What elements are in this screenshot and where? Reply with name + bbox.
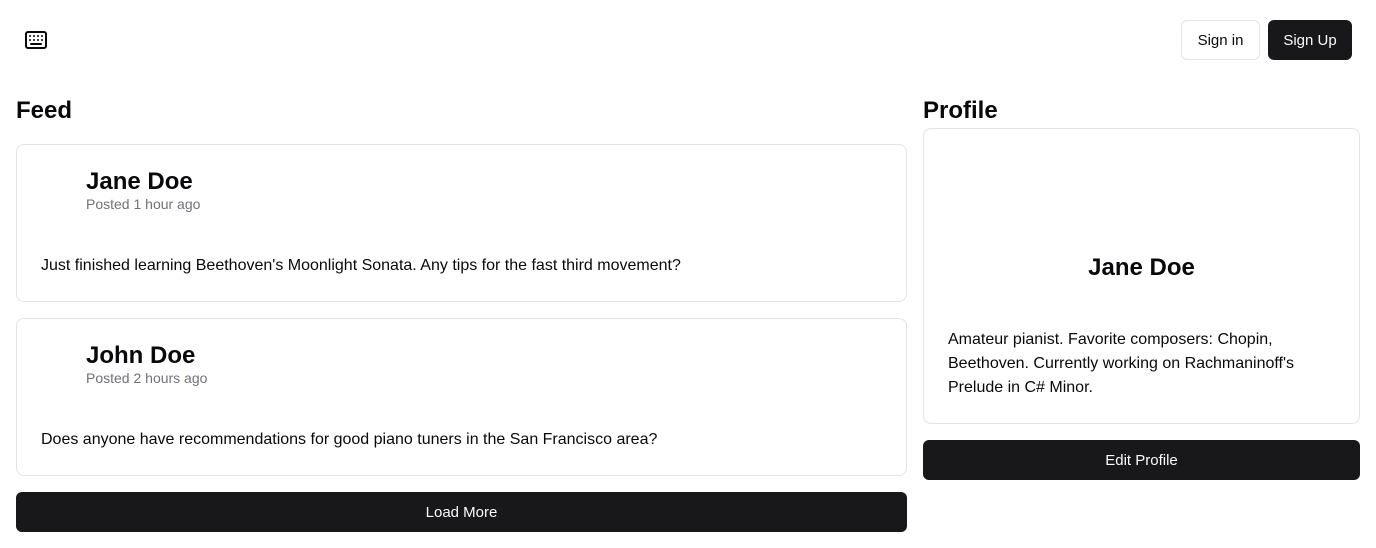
- profile-title: Profile: [923, 97, 998, 124]
- feed-title: Feed: [16, 97, 73, 124]
- post-time: Posted 2 hours ago: [86, 370, 208, 386]
- sign-up-button[interactable]: Sign Up: [1268, 20, 1352, 60]
- post-author: Jane Doe: [86, 168, 193, 195]
- keyboard-icon[interactable]: [24, 28, 48, 52]
- post-time: Posted 1 hour ago: [86, 196, 201, 212]
- profile-bio: Amateur pianist. Favorite composers: Cho…: [948, 331, 1295, 396]
- post-body: Does anyone have recommendations for goo…: [41, 431, 658, 448]
- edit-profile-button[interactable]: Edit Profile: [923, 440, 1360, 480]
- post-author: John Doe: [86, 342, 196, 369]
- post-card: Jane Doe Posted 1 hour ago Just finished…: [16, 144, 907, 302]
- load-more-button[interactable]: Load More: [16, 492, 907, 532]
- post-body: Just finished learning Beethoven's Moonl…: [41, 257, 681, 274]
- profile-name: Jane Doe: [1088, 254, 1195, 281]
- profile-card: Jane Doe Amateur pianist. Favorite compo…: [923, 128, 1360, 424]
- top-header: Sign in Sign Up: [0, 0, 1376, 80]
- sign-in-button[interactable]: Sign in: [1181, 20, 1260, 60]
- post-card: John Doe Posted 2 hours ago Does anyone …: [16, 318, 907, 476]
